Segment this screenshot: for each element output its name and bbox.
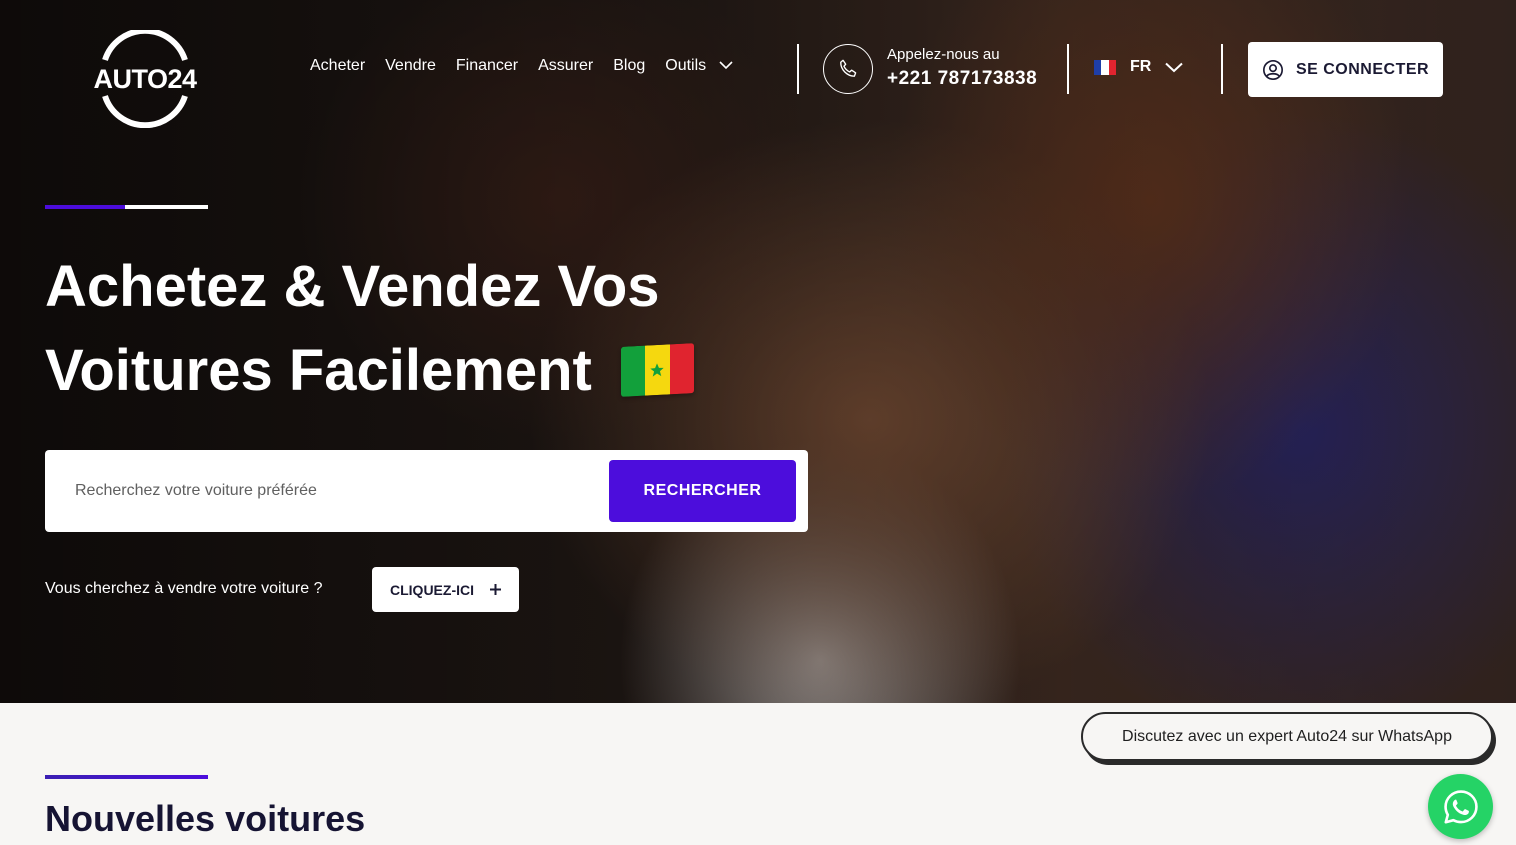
header-divider (797, 44, 799, 94)
nav-outils[interactable]: Outils (665, 57, 733, 75)
search-input[interactable] (75, 472, 595, 510)
chevron-down-icon (719, 61, 733, 70)
whatsapp-icon (1443, 789, 1478, 824)
sell-click-button[interactable]: CLIQUEZ-ICI (372, 567, 519, 612)
plus-icon (490, 584, 501, 595)
nav-vendre[interactable]: Vendre (385, 57, 436, 75)
login-label: SE CONNECTER (1295, 60, 1430, 78)
accent-bar (45, 205, 125, 209)
phone-label: Appelez-nous au (887, 46, 1000, 63)
star-icon (650, 363, 665, 377)
chevron-down-icon (1165, 62, 1184, 72)
senegal-flag-icon (621, 343, 694, 397)
search-bar: RECHERCHER (45, 450, 808, 532)
section-title: Nouvelles voitures (45, 798, 366, 839)
nav-assurer[interactable]: Assurer (538, 57, 593, 75)
user-icon (1262, 59, 1283, 80)
france-flag-icon (1094, 59, 1116, 75)
auto24-logo[interactable]: AUTO24 (88, 30, 202, 128)
whatsapp-chat-bubble[interactable]: Discutez avec un expert Auto24 sur Whats… (1081, 712, 1493, 761)
nav-financer[interactable]: Financer (456, 57, 518, 75)
section-accent-bar (45, 775, 208, 779)
accent-bar (125, 205, 208, 209)
nav-acheter[interactable]: Acheter (310, 57, 365, 75)
hero-section: AUTO24 Acheter Vendre Financer Assurer B… (0, 0, 1516, 703)
sell-click-label: CLIQUEZ-ICI (390, 581, 474, 598)
nav-blog[interactable]: Blog (613, 57, 645, 75)
phone-button[interactable] (823, 44, 873, 94)
hero-title-line1: Achetez & Vendez Vos (45, 254, 660, 319)
language-code: FR (1130, 58, 1152, 75)
search-button[interactable]: RECHERCHER (609, 460, 796, 522)
phone-icon (840, 59, 857, 77)
whatsapp-button[interactable] (1428, 774, 1493, 839)
main-nav: Acheter Vendre Financer Assurer Blog Out… (310, 57, 733, 75)
header-divider (1221, 44, 1223, 94)
hero-title-line2: Voitures Facilement (45, 338, 592, 403)
nav-outils-label: Outils (665, 57, 707, 74)
phone-number[interactable]: +221 787173838 (887, 68, 1037, 90)
logo-text: AUTO24 (93, 64, 197, 94)
sell-prompt: Vous cherchez à vendre votre voiture ? (45, 580, 323, 597)
language-selector[interactable]: FR (1094, 58, 1184, 76)
header-divider (1067, 44, 1069, 94)
login-button[interactable]: SE CONNECTER (1248, 42, 1443, 97)
